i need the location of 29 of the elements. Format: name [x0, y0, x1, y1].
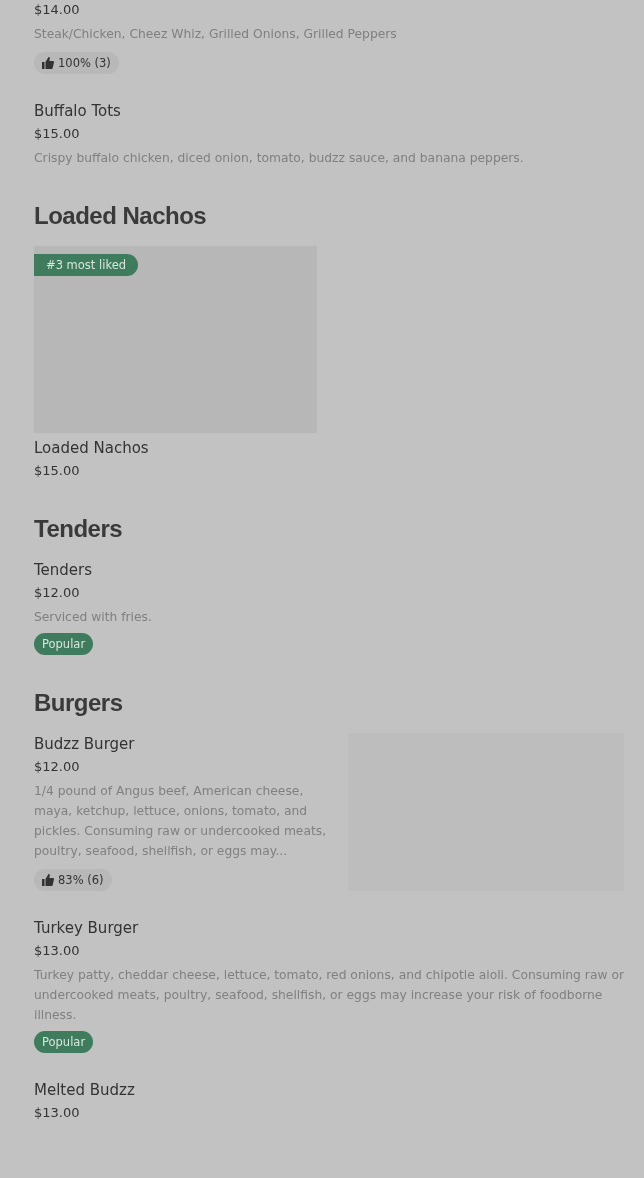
thumbs-up-icon — [42, 57, 54, 69]
popular-badge: Popular — [34, 1031, 94, 1053]
item-price: $14.00 — [34, 1, 80, 19]
most-liked-badge: #3 most liked — [34, 254, 139, 276]
item-name[interactable]: Tenders — [34, 559, 93, 581]
item-description: Serviced with fries. — [34, 609, 152, 626]
item-name[interactable]: Turkey Burger — [34, 917, 139, 939]
item-price: $12.00 — [34, 584, 80, 602]
item-price: $13.00 — [34, 1104, 80, 1122]
popular-badge: Popular — [34, 633, 94, 655]
thumbs-up-icon — [42, 874, 54, 886]
section-heading: Loaded Nachos — [34, 202, 208, 230]
rating-badge: 100% (3) — [34, 52, 119, 74]
item-price: $13.00 — [34, 942, 80, 960]
item-description: Turkey patty, cheddar cheese, lettuce, tomato, red onions, and chipotle aioli. Consuming raw or undercooked meats, poultry, seafood, shellfish, or eggs may increase your risk of foodborne illness. — [34, 967, 624, 1024]
item-price: $15.00 — [34, 125, 80, 143]
item-price: $12.00 — [34, 758, 80, 776]
item-description: 1/4 pound of Angus beef, American cheese, maya, ketchup, lettuce, onions, tomato, and pickles. Consuming raw or undercooked meats, poultry, seafood, shellfish, or eggs may... — [34, 783, 328, 860]
item-description: Crispy buffalo chicken, diced onion, tomato, budzz sauce, and banana peppers. — [34, 150, 524, 167]
item-price: $15.00 — [34, 462, 80, 480]
item-name[interactable]: Loaded Nachos — [34, 437, 149, 459]
item-description: Steak/Chicken, Cheez Whiz, Grilled Onions, Grilled Peppers — [34, 26, 397, 43]
section-heading: Burgers — [34, 689, 124, 717]
section-heading: Tenders — [34, 515, 124, 543]
item-name[interactable]: Melted Budzz — [34, 1079, 135, 1101]
item-name[interactable]: Budzz Burger — [34, 733, 135, 755]
rating-badge: 83% (6) — [34, 869, 112, 891]
item-name[interactable]: Buffalo Tots — [34, 100, 121, 122]
image-placeholder[interactable]: #3 most liked — [34, 246, 317, 433]
